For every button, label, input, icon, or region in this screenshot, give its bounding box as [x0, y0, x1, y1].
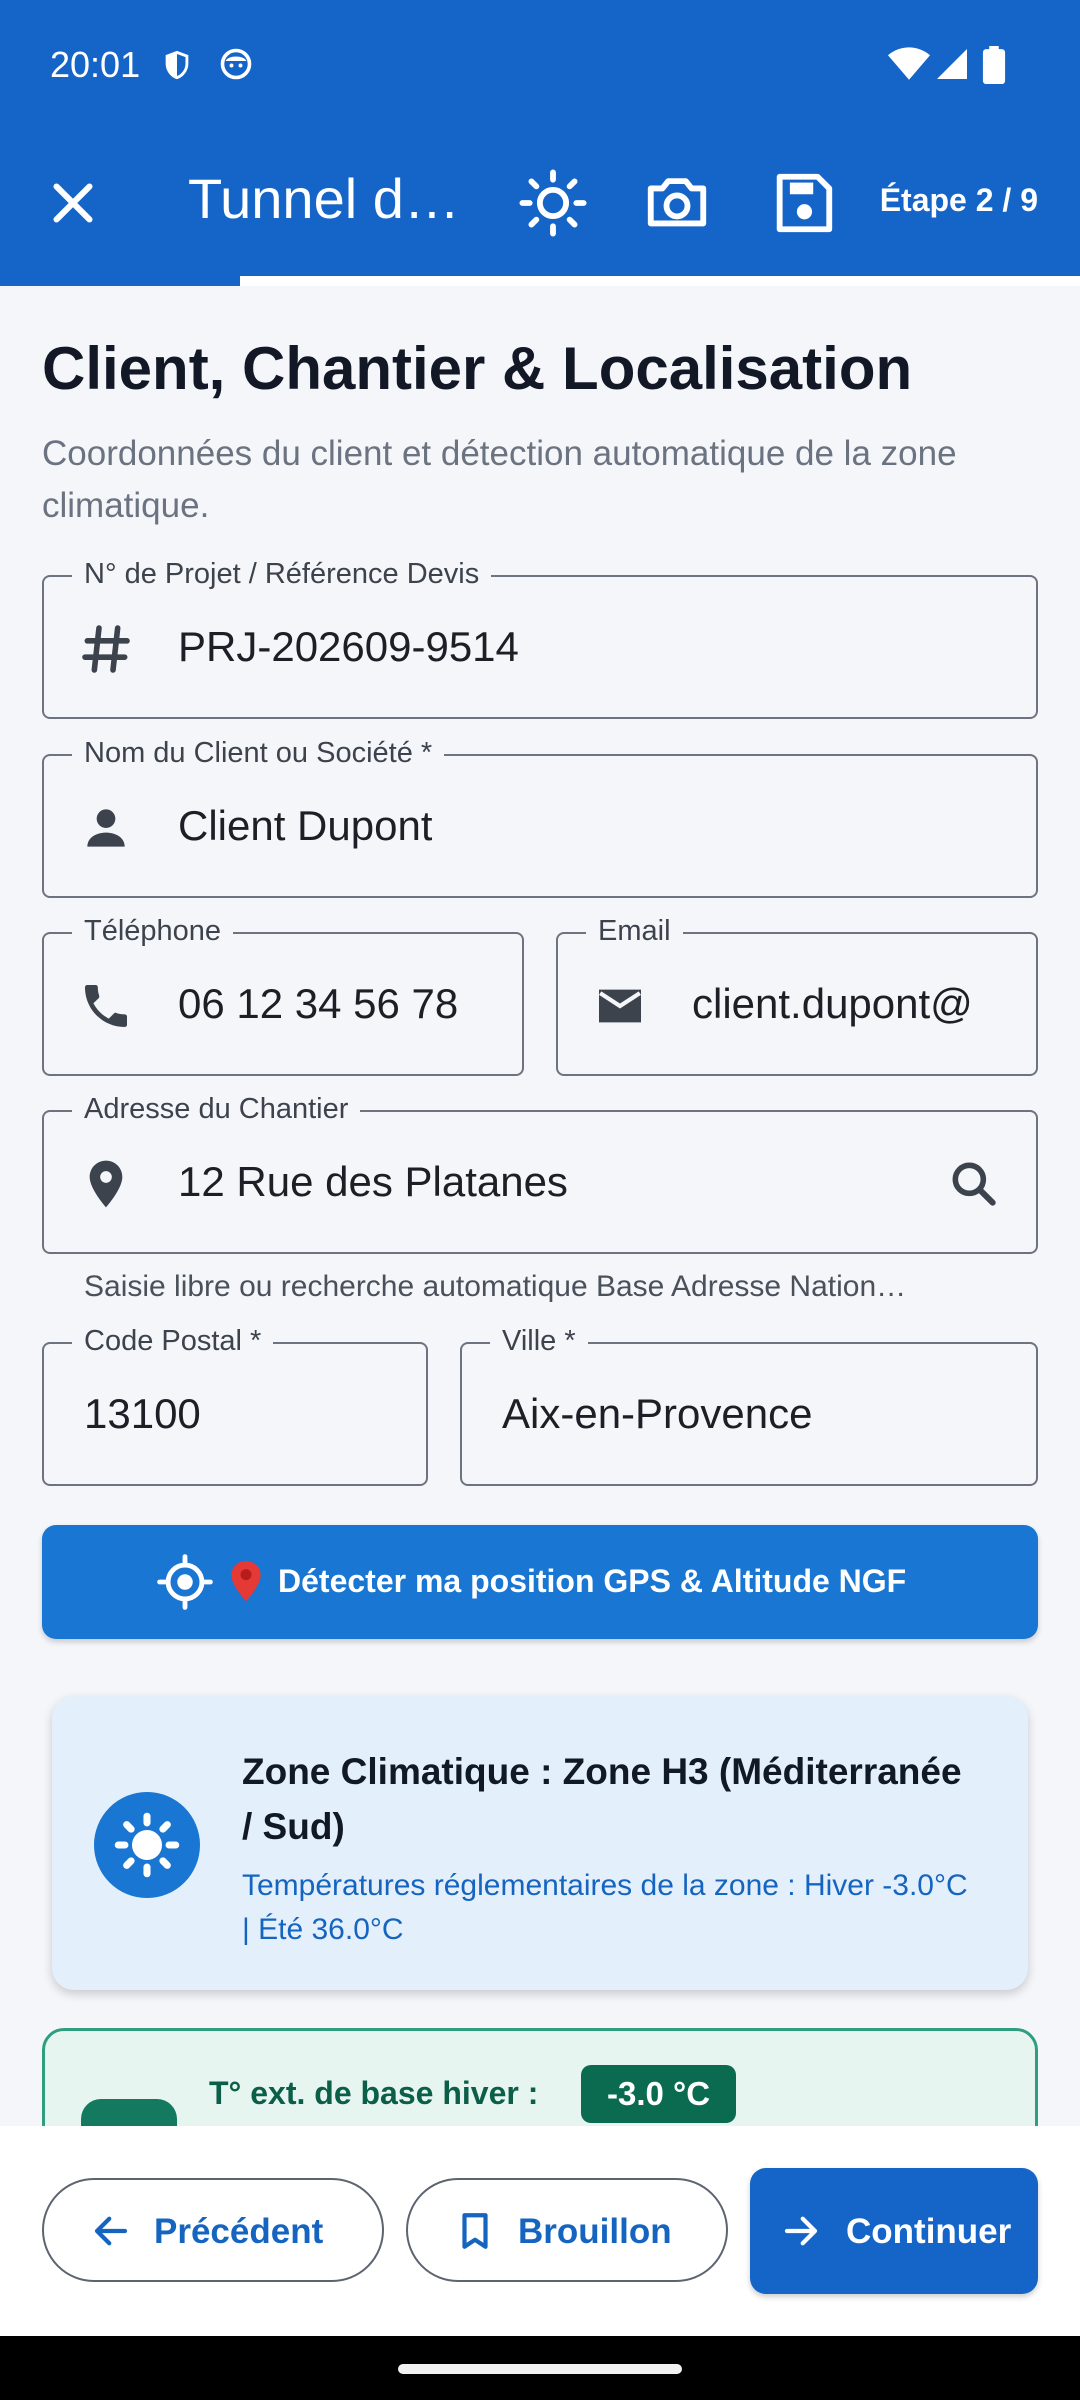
gps-target-icon — [157, 1554, 213, 1610]
status-bar: 20:01 — [0, 0, 1080, 130]
field-label: Ville * — [490, 1325, 588, 1358]
shield-icon — [165, 50, 189, 80]
city-field[interactable]: Ville * Aix-en-Provence — [460, 1325, 1038, 1486]
field-label: Nom du Client ou Société * — [72, 737, 445, 770]
app-title: Tunnel d — [188, 166, 458, 231]
brightness-icon[interactable] — [518, 168, 588, 238]
field-label: Code Postal * — [72, 1325, 274, 1358]
red-pin-icon — [231, 1560, 261, 1602]
climate-zone-temperatures: Températures réglementaires de la zone :… — [242, 1869, 968, 1946]
bottom-action-bar: Précédent Brouillon Continuer — [0, 2126, 1080, 2336]
wifi-icon — [888, 47, 930, 80]
hash-icon — [82, 625, 130, 673]
field-value: 12 Rue des Platanes — [178, 1158, 568, 1205]
draft-button[interactable]: Brouillon — [406, 2178, 728, 2282]
save-icon[interactable] — [768, 168, 838, 238]
progress-bar — [0, 276, 1080, 286]
field-value: 06 12 34 56 78 — [178, 980, 459, 1027]
page-subtitle: Coordonnées du client et détection autom… — [42, 434, 957, 525]
project-number-field[interactable]: N° de Projet / Référence Devis PRJ-20260… — [42, 558, 1038, 719]
camera-icon[interactable] — [642, 168, 712, 238]
climate-zone-title: Zone Climatique : Zone H3 (Méditerranée … — [242, 1751, 962, 1847]
address-field[interactable]: Adresse du Chantier 12 Rue des Platanes — [42, 1093, 1038, 1254]
mail-icon — [599, 989, 641, 1023]
previous-label: Précédent — [154, 2212, 324, 2251]
sun-icon — [94, 1792, 200, 1898]
face-icon — [220, 48, 252, 80]
base-temperature-badge: -3.0 °C — [581, 2065, 737, 2123]
field-label: Téléphone — [72, 915, 234, 948]
draft-label: Brouillon — [518, 2212, 672, 2251]
field-label: Adresse du Chantier — [72, 1093, 361, 1126]
gps-button-label: Détecter ma position GPS & Altitude NGF — [278, 1563, 907, 1599]
status-time: 20:01 — [50, 44, 141, 85]
continue-button[interactable]: Continuer — [750, 2168, 1038, 2294]
progress-fill — [0, 276, 240, 286]
field-value: Aix-en-Provence — [502, 1390, 813, 1437]
signal-icon — [937, 49, 967, 79]
search-icon[interactable] — [946, 1156, 1002, 1212]
client-name-field[interactable]: Nom du Client ou Société * Client Dupont — [42, 737, 1038, 898]
gps-detect-button[interactable]: Détecter ma position GPS & Altitude NGF — [42, 1525, 1038, 1639]
system-navigation-bar — [0, 2336, 1080, 2400]
app-bar: Tunnel d Étape 2 / 9 — [0, 130, 1080, 276]
email-field[interactable]: Email client.dupont@ — [556, 915, 1038, 1076]
phone-field[interactable]: Téléphone 06 12 34 56 78 — [42, 915, 524, 1076]
continue-label: Continuer — [846, 2212, 1012, 2251]
address-helper-text: Saisie libre ou recherche automatique Ba… — [84, 1270, 907, 1303]
climate-zone-card: Zone Climatique : Zone H3 (Méditerranée … — [52, 1696, 1028, 1990]
phone-icon — [85, 985, 127, 1027]
postal-code-field[interactable]: Code Postal * 13100 — [42, 1325, 428, 1486]
arrow-right-icon — [784, 2216, 818, 2246]
close-icon[interactable] — [40, 170, 106, 236]
bookmark-icon — [462, 2213, 488, 2249]
field-label: Email — [586, 915, 683, 948]
home-gesture-handle[interactable] — [398, 2364, 682, 2374]
battery-icon — [982, 46, 1006, 84]
field-label: N° de Projet / Référence Devis — [72, 558, 492, 591]
step-indicator: Étape 2 / 9 — [879, 182, 1038, 218]
field-value: Client Dupont — [178, 802, 433, 849]
field-value: client.dupont@ — [692, 980, 973, 1027]
person-icon — [87, 809, 125, 847]
location-pin-icon — [89, 1160, 123, 1208]
base-temperature-label: T° ext. de base hiver : — [209, 2075, 539, 2111]
previous-button[interactable]: Précédent — [42, 2178, 384, 2282]
field-value: PRJ-202609-9514 — [178, 623, 519, 670]
arrow-left-icon — [94, 2216, 128, 2246]
page-title: Client, Chantier & Localisation — [42, 335, 913, 402]
field-value: 13100 — [84, 1390, 201, 1437]
